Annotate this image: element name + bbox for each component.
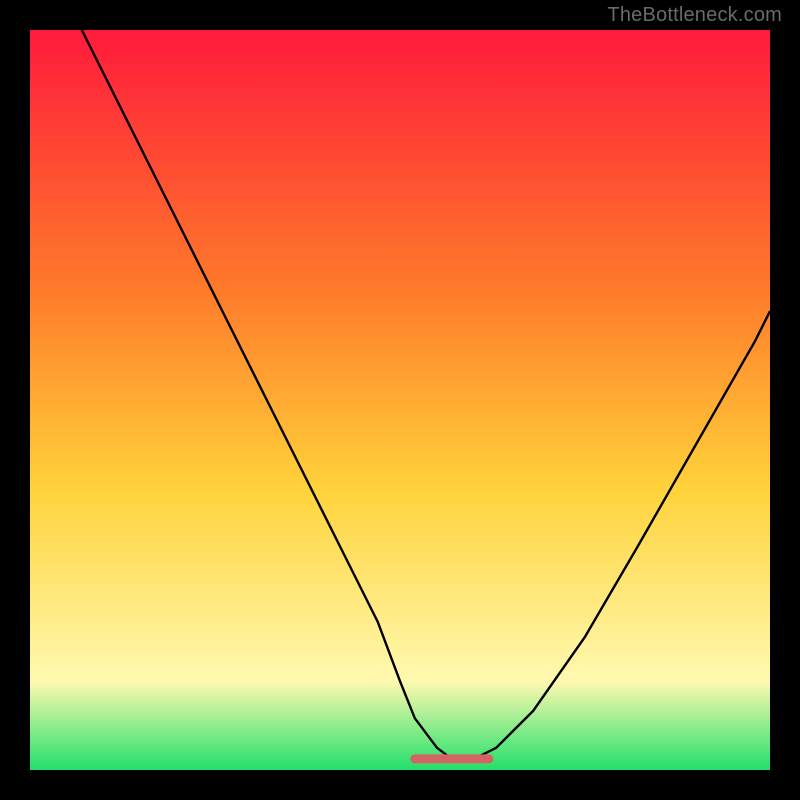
bottleneck-plot (30, 30, 770, 770)
chart-svg (30, 30, 770, 770)
chart-frame: TheBottleneck.com (0, 0, 800, 800)
watermark-text: TheBottleneck.com (607, 4, 782, 27)
gradient-background (30, 30, 770, 770)
